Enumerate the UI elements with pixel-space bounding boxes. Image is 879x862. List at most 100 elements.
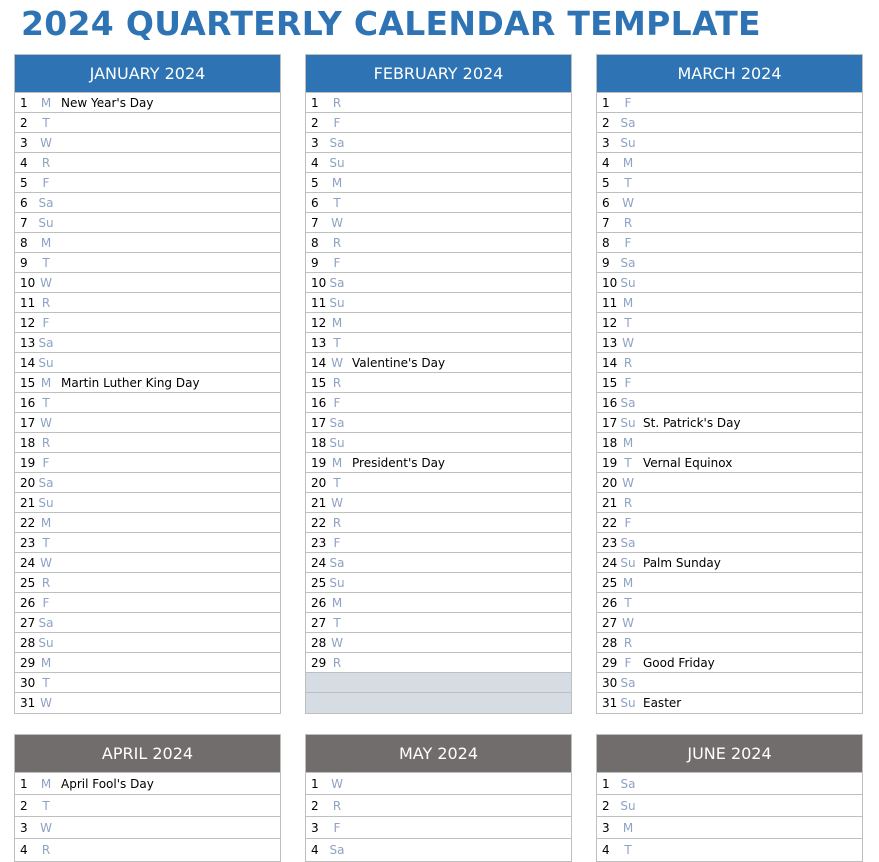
day-number: 5 (311, 175, 319, 190)
day-row: 18 M (597, 433, 862, 453)
day-of-week: M (40, 235, 52, 250)
filler-row (306, 693, 571, 713)
day-of-week: W (331, 355, 343, 370)
day-of-week: T (624, 315, 632, 330)
day-row: 14 R (597, 353, 862, 373)
day-of-week: Sa (329, 275, 345, 290)
day-row: 31 W (15, 693, 280, 713)
day-row: 15 M Martin Luther King Day (15, 373, 280, 393)
day-list: 1 W 2 R 3 F 4 Sa (306, 773, 571, 861)
day-of-week: M (40, 375, 52, 390)
day-row: 27 W (597, 613, 862, 633)
day-row: 14 W Valentine's Day (306, 353, 571, 373)
month-header: MARCH 2024 (597, 55, 862, 93)
day-row: 25 Su (306, 573, 571, 593)
day-number: 6 (311, 195, 319, 210)
day-number: 17 (602, 415, 618, 430)
day-of-week: F (42, 175, 50, 190)
day-number: 27 (20, 615, 36, 630)
day-of-week: R (332, 798, 342, 813)
day-of-week: F (333, 115, 341, 130)
month-header: APRIL 2024 (15, 735, 280, 773)
day-row: 1W (306, 773, 571, 795)
filler-row (306, 673, 571, 693)
day-number: 12 (20, 315, 36, 330)
day-of-week: T (42, 115, 50, 130)
month-calendar-january: JANUARY 2024 1 M New Year's Day 2 T 3 W 4 R 5 F 6 Sa… (14, 54, 281, 714)
day-number: 11 (602, 295, 618, 310)
day-number: 15 (20, 375, 36, 390)
day-row: 13 T (306, 333, 571, 353)
day-of-week: Su (329, 155, 345, 170)
day-row: 25 R (15, 573, 280, 593)
day-row: 14 Su (15, 353, 280, 373)
day-row: 18 Su (306, 433, 571, 453)
day-of-week: Su (329, 435, 345, 450)
day-row: 13 Sa (15, 333, 280, 353)
day-number: 18 (602, 435, 618, 450)
day-number: 1 (20, 95, 28, 110)
day-of-week: W (622, 615, 634, 630)
day-row: 4R (15, 153, 280, 173)
day-of-week: R (332, 375, 342, 390)
day-number: 28 (602, 635, 618, 650)
day-event: Good Friday (643, 655, 715, 670)
day-row: 11 M (597, 293, 862, 313)
day-of-week: F (333, 255, 341, 270)
day-of-week: R (623, 635, 633, 650)
day-number: 29 (20, 655, 36, 670)
month-header: MAY 2024 (306, 735, 571, 773)
day-row: 16 T (15, 393, 280, 413)
day-number: 23 (20, 535, 36, 550)
day-of-week: Su (38, 355, 54, 370)
day-row: 17 Su St. Patrick's Day (597, 413, 862, 433)
day-of-week: T (42, 535, 50, 550)
month-calendar-may: MAY 2024 1 W 2 R 3 F 4 Sa (305, 734, 572, 862)
day-number: 18 (311, 435, 327, 450)
day-of-week: M (40, 515, 52, 530)
day-event: Easter (643, 696, 682, 710)
month-header: FEBRUARY 2024 (306, 55, 571, 93)
day-of-week: W (40, 275, 52, 290)
day-of-week: Sa (329, 415, 345, 430)
day-row: 16 F (306, 393, 571, 413)
day-event: St. Patrick's Day (643, 415, 741, 430)
day-of-week: T (333, 475, 341, 490)
day-number: 27 (602, 615, 618, 630)
day-row: 8R (306, 233, 571, 253)
day-number: 2 (20, 798, 28, 813)
month-header: JUNE 2024 (597, 735, 862, 773)
day-of-week: Su (38, 635, 54, 650)
day-of-week: F (624, 655, 632, 670)
day-row: 27 Sa (15, 613, 280, 633)
day-of-week: M (331, 595, 343, 610)
day-row: 1R (306, 93, 571, 113)
day-of-week: R (41, 155, 51, 170)
day-of-week: R (41, 435, 51, 450)
day-number: 29 (311, 655, 327, 670)
day-number: 10 (311, 275, 327, 290)
day-number: 5 (602, 175, 610, 190)
day-row: 25 M (597, 573, 862, 593)
day-number: 17 (311, 415, 327, 430)
day-number: 23 (602, 535, 618, 550)
day-of-week: R (332, 515, 342, 530)
day-number: 8 (602, 235, 610, 250)
day-row: 7R (597, 213, 862, 233)
day-of-week: T (333, 335, 341, 350)
day-row: 6 Sa (15, 193, 280, 213)
day-number: 12 (602, 315, 618, 330)
day-row: 12 F (15, 313, 280, 333)
day-number: 7 (311, 215, 319, 230)
day-row: 16 Sa (597, 393, 862, 413)
day-number: 11 (311, 295, 327, 310)
day-number: 22 (602, 515, 618, 530)
day-number: 23 (311, 535, 327, 550)
day-of-week: R (332, 95, 342, 110)
day-of-week: W (331, 495, 343, 510)
day-row: 20 T (306, 473, 571, 493)
day-row: 9F (306, 253, 571, 273)
day-of-week: M (40, 655, 52, 670)
day-number: 10 (602, 275, 618, 290)
day-row: 1 M April Fool's Day (15, 773, 280, 795)
